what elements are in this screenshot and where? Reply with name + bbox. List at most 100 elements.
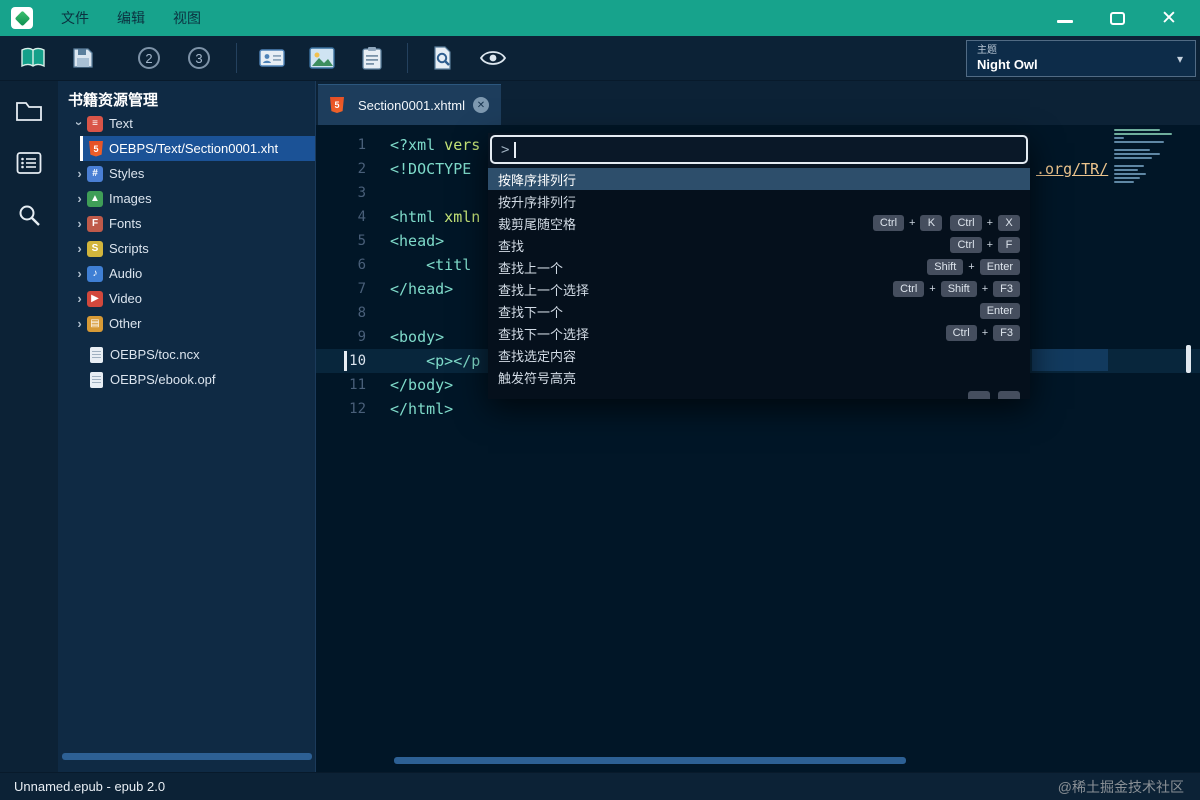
tab-close-icon[interactable]: ✕ <box>472 97 489 113</box>
line-number: 3 <box>357 185 366 201</box>
palette-item-shortcut: Ctrl + F3 <box>945 325 1020 341</box>
line-number: 1 <box>357 137 366 153</box>
tree-item[interactable]: › ▲ Images <box>58 186 315 211</box>
code-text: <?xml vers <box>390 136 481 154</box>
palette-item[interactable]: 查找 Ctrl + F <box>488 234 1030 256</box>
editor-hscrollbar[interactable] <box>394 757 906 764</box>
palette-item-shortcut: Ctrl + Shift + F3 <box>893 281 1020 297</box>
palette-item[interactable]: 查找上一个选择 Ctrl + Shift + F3 <box>488 278 1030 300</box>
line-number: 2 <box>357 161 366 177</box>
palette-item[interactable]: 查找上一个 Shift + Enter <box>488 256 1030 278</box>
tab-label: Section0001.xhtml <box>358 97 465 113</box>
tab-bar: 5 Section0001.xhtml ✕ <box>316 81 1200 125</box>
file-tree: › ≡ Text 5 OEBPS/Text/Section0001.xht › # Style… <box>58 111 315 392</box>
palette-input[interactable]: > <box>490 135 1028 164</box>
activity-bar <box>0 81 58 772</box>
tree-item[interactable]: › ♪ Audio <box>58 261 315 286</box>
open-book-icon <box>21 47 45 68</box>
menu-item[interactable]: 文件 <box>61 8 89 28</box>
tree-item[interactable]: › ▤ Other <box>58 311 315 336</box>
key-badge: K <box>920 215 943 231</box>
tree-item[interactable]: › ≡ Text <box>58 111 315 136</box>
text-cursor <box>514 141 517 158</box>
book-browser-button[interactable] <box>14 40 52 76</box>
tree-item-label: Other <box>109 316 142 331</box>
window-controls: ✕ <box>1054 7 1180 29</box>
menu-item[interactable]: 视图 <box>173 8 201 28</box>
search-button[interactable] <box>0 189 58 241</box>
tree-item-label: Fonts <box>109 216 142 231</box>
menu-item[interactable]: 编辑 <box>117 8 145 28</box>
chevron-right-icon: › <box>77 216 82 231</box>
line-number: 6 <box>357 257 366 273</box>
tree-item-label: Audio <box>109 266 143 281</box>
circled-3-icon: 3 <box>188 47 210 69</box>
palette-item[interactable]: 查找下一个选择 Ctrl + F3 <box>488 322 1030 344</box>
tree-item[interactable]: › S Scripts <box>58 236 315 261</box>
line-number: 7 <box>357 281 366 297</box>
maximize-button[interactable] <box>1106 7 1128 29</box>
palette-item-label: 查找下一个 <box>498 304 564 320</box>
palette-item[interactable]: 按升序排列行 <box>488 190 1030 212</box>
line-number: 12 <box>349 401 366 417</box>
doctype-link[interactable]: .org/TR/ <box>1036 157 1108 181</box>
code-text: </html> <box>390 400 454 418</box>
minimap[interactable] <box>1114 129 1192 185</box>
tree-hscrollbar[interactable] <box>62 753 312 760</box>
palette-item-label: 查找上一个选择 <box>498 282 590 298</box>
insert-image-button[interactable] <box>303 40 341 76</box>
code-text: <p></p <box>390 352 481 370</box>
toc-button[interactable] <box>0 137 58 189</box>
palette-item[interactable]: 裁剪尾随空格 Ctrl + K Ctrl + X <box>488 212 1030 234</box>
file-browser-button[interactable] <box>0 85 58 137</box>
code-line[interactable]: 12 </html> <box>316 397 1200 421</box>
theme-selector[interactable]: 主题 Night Owl ▾ <box>966 40 1196 77</box>
chevron-right-icon: › <box>77 266 82 281</box>
statusbar: Unnamed.epub - epub 2.0 @稀土掘金技术社区 <box>0 772 1200 800</box>
palette-item-shortcut: Ctrl + K Ctrl + X <box>872 215 1020 231</box>
chevron-right-icon: › <box>77 191 82 206</box>
tree-item-label: Video <box>109 291 143 306</box>
line-number: 9 <box>357 329 366 345</box>
palette-item-label: 按降序排列行 <box>498 172 577 188</box>
chevron-right-icon: › <box>77 316 82 331</box>
preview-button[interactable] <box>474 40 512 76</box>
app-logo-icon <box>11 7 33 29</box>
key-badge <box>998 391 1020 399</box>
file-search-icon <box>434 46 451 70</box>
palette-item[interactable] <box>488 388 1030 399</box>
key-badge: Ctrl <box>950 215 982 231</box>
save-button[interactable] <box>64 40 102 76</box>
chevron-right-icon: › <box>77 241 82 256</box>
key-badge: F3 <box>993 281 1020 297</box>
palette-item-label: 触发符号高亮 <box>498 370 577 386</box>
circled-2-button[interactable]: 2 <box>130 40 168 76</box>
key-badge <box>968 391 990 399</box>
close-button[interactable]: ✕ <box>1158 7 1180 29</box>
find-button[interactable] <box>424 40 462 76</box>
clipboard-button[interactable] <box>353 40 391 76</box>
key-badge: Enter <box>979 303 1020 319</box>
tree-item[interactable]: › # Styles <box>58 161 315 186</box>
toolbar-separator <box>236 43 237 73</box>
tab-section0001[interactable]: 5 Section0001.xhtml ✕ <box>318 84 501 125</box>
minimize-button[interactable] <box>1054 7 1076 29</box>
tree-item[interactable]: › ▶ Video <box>58 286 315 311</box>
palette-item[interactable]: 查找下一个 Enter <box>488 300 1030 322</box>
circled-3-button[interactable]: 3 <box>180 40 218 76</box>
tree-item-label: OEBPS/ebook.opf <box>110 372 216 387</box>
vertical-scrollbar-thumb[interactable] <box>1186 345 1191 373</box>
selection-highlight <box>1032 349 1108 371</box>
book-info-button[interactable] <box>253 40 291 76</box>
palette-item-shortcut <box>968 391 1020 399</box>
list-icon <box>16 152 42 174</box>
palette-item[interactable]: 按降序排列行 <box>488 168 1030 190</box>
tree-item[interactable]: › F Fonts <box>58 211 315 236</box>
tree-item[interactable]: 5 OEBPS/Text/Section0001.xht <box>80 136 315 161</box>
document-icon <box>90 346 103 363</box>
palette-item[interactable]: 触发符号高亮 <box>488 366 1030 388</box>
tree-item[interactable]: OEBPS/ebook.opf <box>58 367 315 392</box>
key-badge: Ctrl <box>872 215 905 231</box>
tree-item[interactable]: OEBPS/toc.ncx <box>58 342 315 367</box>
palette-item[interactable]: 查找选定内容 <box>488 344 1030 366</box>
